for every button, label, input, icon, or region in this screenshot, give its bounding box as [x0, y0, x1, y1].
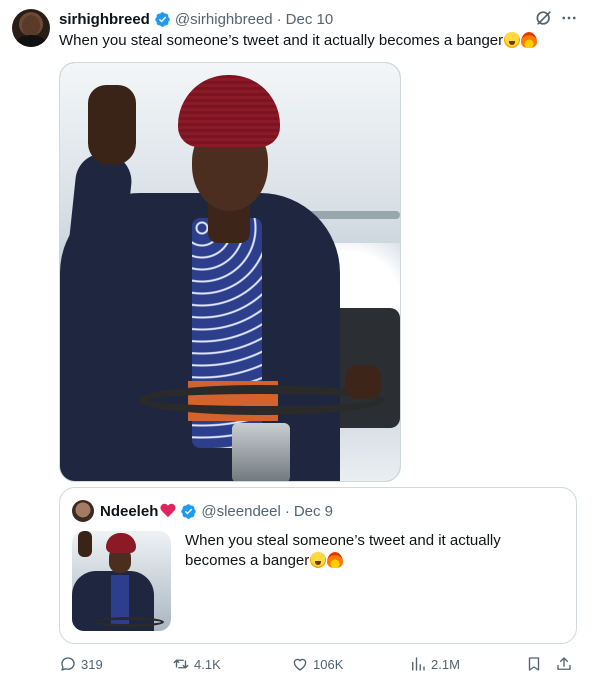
- video-hub: [232, 423, 290, 481]
- like-button[interactable]: 106K: [291, 652, 343, 676]
- video-hand: [88, 85, 136, 165]
- tweet-header: sirhighbreed @sirhighbreed · Dec 10: [59, 9, 333, 29]
- thumb-hand: [78, 531, 92, 557]
- grok-icon[interactable]: [534, 8, 554, 28]
- retweet-count: 4.1K: [194, 656, 221, 672]
- tweet-date[interactable]: Dec 10: [286, 11, 334, 28]
- heart-icon: [293, 658, 307, 671]
- more-options-button[interactable]: [559, 8, 579, 28]
- separator-dot: ·: [284, 502, 290, 520]
- quoted-tweet-header: Ndeeleh @sleendeel · Dec 9: [100, 500, 333, 522]
- view-count: 2.1M: [431, 656, 460, 672]
- avatar-face: [22, 15, 40, 37]
- quoted-tweet[interactable]: Ndeeleh @sleendeel · Dec 9 When you stea…: [59, 487, 577, 644]
- more-dots-icon: [562, 16, 576, 20]
- views-chart-icon: [412, 657, 425, 671]
- author-display-name[interactable]: sirhighbreed: [59, 11, 150, 28]
- bookmark-icon: [528, 657, 540, 671]
- views-button[interactable]: 2.1M: [409, 652, 460, 676]
- thumb-hat: [106, 533, 136, 553]
- avatar-shirt: [16, 35, 46, 47]
- quoted-author-avatar[interactable]: [72, 500, 94, 522]
- share-button[interactable]: [555, 652, 573, 676]
- video-hand-right: [345, 365, 381, 399]
- reply-count: 319: [81, 656, 103, 672]
- quoted-tweet-date[interactable]: Dec 9: [294, 503, 333, 520]
- reply-icon: [61, 657, 75, 671]
- loudly-crying-face-icon: [310, 552, 327, 568]
- tweet-text: When you steal someone’s tweet and it ac…: [59, 31, 538, 51]
- retweet-button[interactable]: 4.1K: [172, 652, 221, 676]
- tweet-video[interactable]: [59, 62, 401, 482]
- fire-icon: [521, 32, 538, 48]
- thumb-wheel: [94, 617, 164, 627]
- retweet-icon: [173, 659, 189, 669]
- tweet-card[interactable]: sirhighbreed @sirhighbreed · Dec 10 When…: [0, 0, 606, 699]
- loudly-crying-face-icon: [504, 32, 521, 48]
- reply-button[interactable]: 319: [59, 652, 103, 676]
- tweet-actions-bar: 319 4.1K 106K 2.1M: [59, 652, 579, 676]
- separator-dot: ·: [276, 10, 282, 28]
- verified-badge-icon: [155, 11, 170, 27]
- bookmark-button[interactable]: [525, 652, 543, 676]
- quoted-tweet-thumbnail[interactable]: [72, 531, 171, 631]
- quoted-author-display-name[interactable]: Ndeeleh: [100, 503, 158, 520]
- like-count: 106K: [313, 656, 344, 672]
- quoted-tweet-text: When you steal someone’s tweet and it ac…: [185, 531, 545, 571]
- author-avatar[interactable]: [12, 9, 50, 47]
- fire-icon: [327, 552, 344, 568]
- verified-badge-icon: [181, 503, 197, 519]
- quoted-author-handle[interactable]: @sleendeel: [201, 503, 280, 520]
- author-handle[interactable]: @sirhighbreed: [175, 11, 273, 28]
- tweet-text-body: When you steal someone’s tweet and it ac…: [59, 32, 504, 49]
- red-heart-icon: [160, 504, 176, 518]
- share-icon: [557, 657, 571, 670]
